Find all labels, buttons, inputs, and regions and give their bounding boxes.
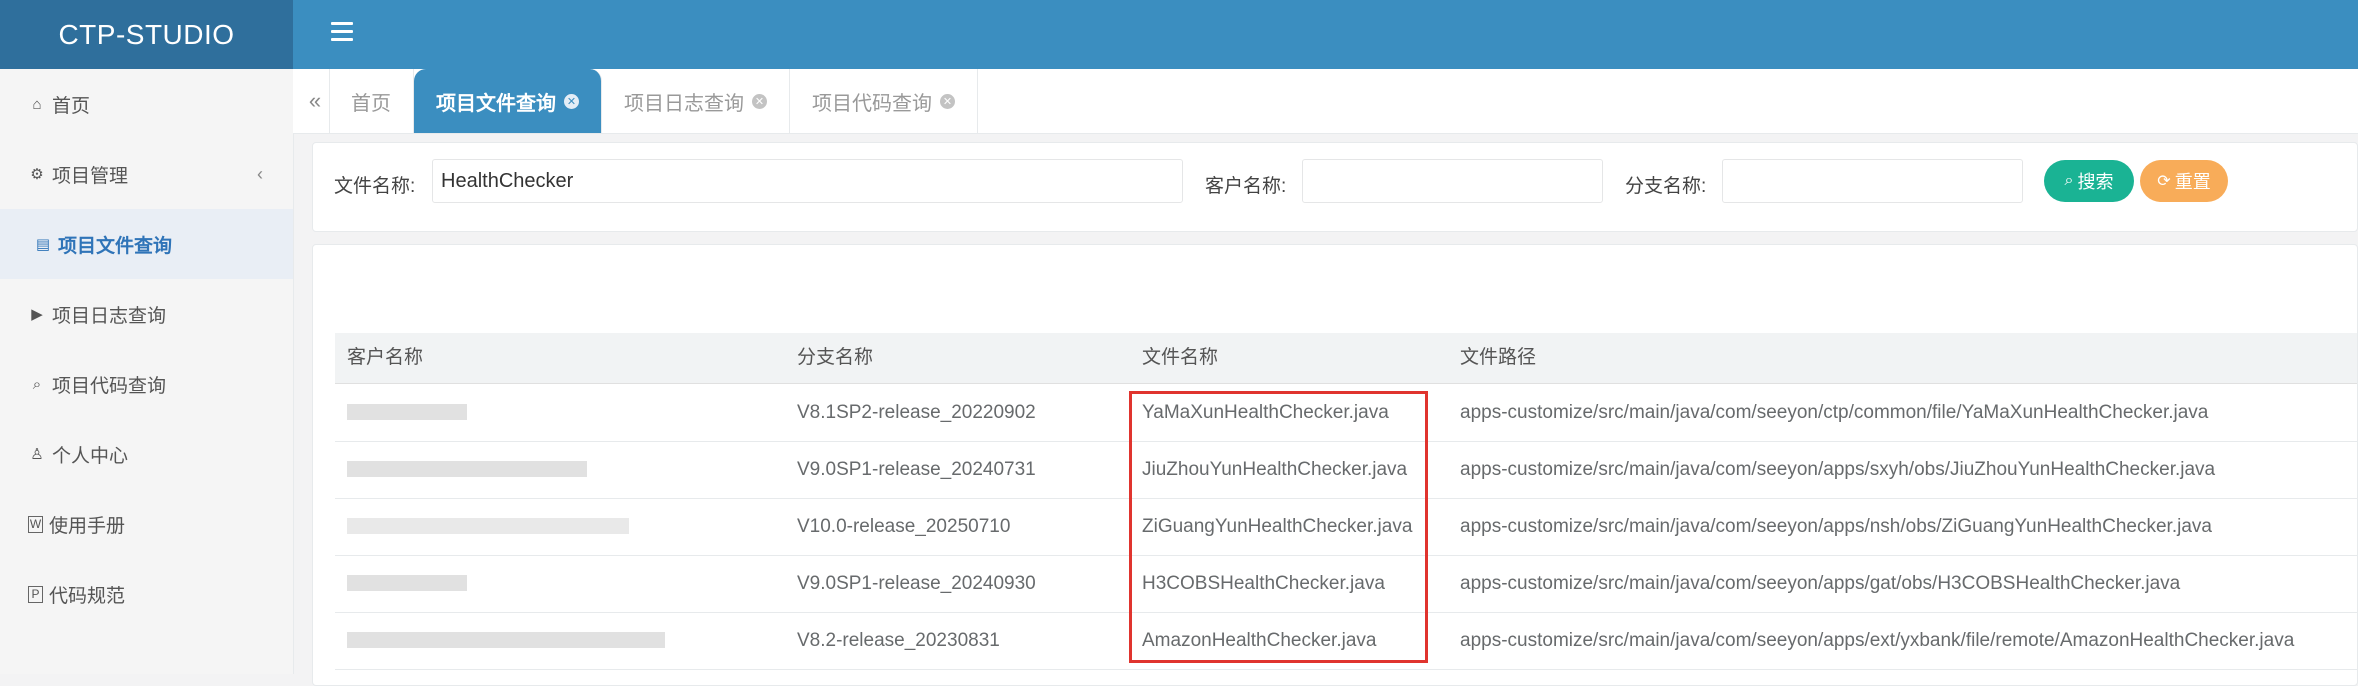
search-button[interactable]: ⌕ 搜索 bbox=[2044, 160, 2134, 202]
path-cell: apps-customize/src/main/java/com/seeyon/… bbox=[1460, 459, 2216, 480]
redacted-customer-name bbox=[347, 518, 629, 534]
sidebar-item-label: 使用手册 bbox=[49, 515, 126, 537]
gear-icon: ⚙ bbox=[30, 166, 44, 183]
sidebar-item-label: 项目代码查询 bbox=[52, 375, 167, 397]
path-cell: apps-customize/src/main/java/com/seeyon/… bbox=[1460, 516, 2212, 537]
table-row[interactable]: V8.2-release_20230831 AmazonHealthChecke… bbox=[335, 612, 2357, 670]
sidebar-item-label: 代码规范 bbox=[49, 585, 126, 607]
results-panel: 客户名称 分支名称 文件名称 文件路径 V8.1SP2-release_2022… bbox=[312, 244, 2358, 686]
reset-button[interactable]: ⟳ 重置 bbox=[2140, 160, 2228, 202]
top-navbar bbox=[293, 0, 2358, 69]
home-icon: ⌂ bbox=[32, 95, 42, 113]
menu-toggle-icon[interactable] bbox=[331, 22, 353, 46]
tab-label: 首页 bbox=[351, 92, 391, 115]
redacted-customer-name bbox=[347, 404, 467, 420]
close-icon[interactable]: ✕ bbox=[752, 93, 767, 109]
table-header: 客户名称 分支名称 文件名称 文件路径 bbox=[335, 333, 2357, 384]
sidebar-item-label: 项目文件查询 bbox=[58, 235, 173, 257]
person-icon: ♙ bbox=[30, 446, 44, 463]
sidebar-item-label: 个人中心 bbox=[52, 445, 129, 467]
branch-cell: V9.0SP1-release_20240930 bbox=[797, 573, 1036, 594]
play-box-icon: ▶ bbox=[31, 306, 43, 323]
tab-file-query[interactable]: 项目文件查询 ✕ bbox=[414, 69, 602, 133]
file-cell: AmazonHealthChecker.java bbox=[1142, 630, 1377, 651]
column-header-path[interactable]: 文件路径 bbox=[1460, 333, 1536, 383]
reset-button-label: 重置 bbox=[2174, 172, 2211, 192]
sidebar-item-project-management[interactable]: ⚙ 项目管理 ‹ bbox=[0, 139, 293, 209]
sidebar-item-label: 项目日志查询 bbox=[52, 305, 167, 327]
archive-icon: ▤ bbox=[35, 236, 51, 253]
column-header-branch[interactable]: 分支名称 bbox=[797, 333, 873, 383]
file-cell: H3COBSHealthChecker.java bbox=[1142, 573, 1385, 594]
tabs-scroll-left-icon[interactable]: « bbox=[301, 69, 330, 133]
sidebar-item-personal-center[interactable]: ♙ 个人中心 bbox=[0, 419, 293, 489]
branch-cell: V8.2-release_20230831 bbox=[797, 630, 1000, 651]
customer-name-input[interactable] bbox=[1302, 159, 1603, 203]
tab-log-query[interactable]: 项目日志查询 ✕ bbox=[602, 69, 790, 133]
branch-cell: V8.1SP2-release_20220902 bbox=[797, 402, 1036, 423]
column-header-customer[interactable]: 客户名称 bbox=[347, 333, 423, 383]
search-button-label: 搜索 bbox=[2077, 172, 2114, 192]
table-row[interactable]: V9.0SP1-release_20240930 H3COBSHealthChe… bbox=[335, 555, 2357, 613]
redacted-customer-name bbox=[347, 632, 665, 648]
customer-name-label: 客户名称: bbox=[1205, 176, 1287, 197]
chevron-left-icon: ‹ bbox=[257, 163, 263, 184]
file-text-icon: P bbox=[28, 585, 43, 603]
redacted-customer-name bbox=[347, 575, 467, 591]
path-cell: apps-customize/src/main/java/com/seeyon/… bbox=[1460, 402, 2209, 423]
sidebar-item-file-query[interactable]: ▤ 项目文件查询 bbox=[0, 209, 293, 279]
redacted-customer-name bbox=[347, 461, 587, 477]
tab-label: 项目代码查询 bbox=[812, 92, 932, 115]
sidebar-item-log-query[interactable]: ▶ 项目日志查询 bbox=[0, 279, 293, 349]
sidebar-item-code-query[interactable]: ⌕ 项目代码查询 bbox=[0, 349, 293, 419]
branch-cell: V9.0SP1-release_20240731 bbox=[797, 459, 1036, 480]
path-cell: apps-customize/src/main/java/com/seeyon/… bbox=[1460, 573, 2181, 594]
sidebar-item-user-manual[interactable]: W 使用手册 bbox=[0, 489, 293, 559]
path-cell: apps-customize/src/main/java/com/seeyon/… bbox=[1460, 630, 2295, 651]
table-row[interactable]: V10.0-release_20250710 ZiGuangYunHealthC… bbox=[335, 498, 2357, 556]
search-icon: ⌕ bbox=[2064, 172, 2074, 189]
tab-home[interactable]: 首页 bbox=[329, 69, 414, 133]
branch-name-label: 分支名称: bbox=[1625, 176, 1707, 197]
refresh-icon: ⟳ bbox=[2157, 173, 2171, 190]
sidebar-item-label: 首页 bbox=[52, 95, 91, 117]
table-row[interactable]: V8.1SP2-release_20220902 YaMaXunHealthCh… bbox=[335, 384, 2357, 442]
app-logo-title[interactable]: CTP-STUDIO bbox=[0, 0, 293, 69]
word-doc-icon: W bbox=[28, 515, 43, 533]
branch-cell: V10.0-release_20250710 bbox=[797, 516, 1011, 537]
sidebar: ⌂ 首页 ⚙ 项目管理 ‹ ▤ 项目文件查询 ▶ 项目日志查询 ⌕ 项目代码查询… bbox=[0, 69, 294, 674]
file-cell: YaMaXunHealthChecker.java bbox=[1142, 402, 1389, 423]
file-name-label: 文件名称: bbox=[334, 176, 416, 197]
search-icon: ⌕ bbox=[32, 375, 42, 393]
tab-label: 项目日志查询 bbox=[624, 92, 744, 115]
search-form: 文件名称: 客户名称: 分支名称: ⌕ 搜索 ⟳ 重置 bbox=[312, 142, 2358, 232]
file-cell: JiuZhouYunHealthChecker.java bbox=[1142, 459, 1408, 480]
tabs-bar: « 首页 项目文件查询 ✕ 项目日志查询 ✕ 项目代码查询 ✕ bbox=[293, 69, 2358, 134]
sidebar-item-home[interactable]: ⌂ 首页 bbox=[0, 69, 293, 139]
table-row[interactable]: V9.0SP1-release_20240731 JiuZhouYunHealt… bbox=[335, 441, 2357, 499]
branch-name-input[interactable] bbox=[1722, 159, 2023, 203]
close-icon[interactable]: ✕ bbox=[564, 93, 579, 109]
column-header-file[interactable]: 文件名称 bbox=[1142, 333, 1218, 383]
tab-code-query[interactable]: 项目代码查询 ✕ bbox=[790, 69, 978, 133]
file-name-input[interactable] bbox=[432, 159, 1183, 203]
sidebar-item-label: 项目管理 bbox=[52, 165, 129, 187]
close-icon[interactable]: ✕ bbox=[940, 93, 955, 109]
sidebar-item-code-standard[interactable]: P 代码规范 bbox=[0, 559, 293, 629]
file-cell: ZiGuangYunHealthChecker.java bbox=[1142, 516, 1413, 537]
tab-label: 项目文件查询 bbox=[436, 92, 556, 115]
